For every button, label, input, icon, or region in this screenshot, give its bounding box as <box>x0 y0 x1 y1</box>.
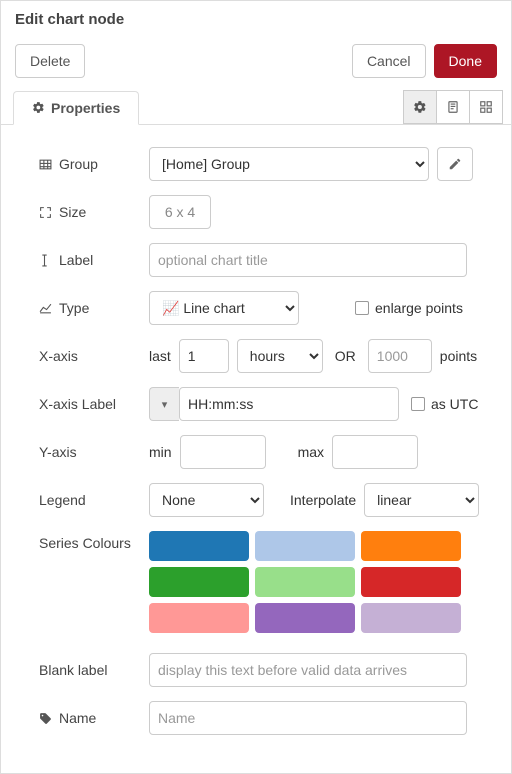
name-label: Name <box>59 710 96 726</box>
size-label: Size <box>59 204 86 220</box>
chart-line-icon <box>39 303 53 314</box>
xaxis-prefix: last <box>149 348 171 364</box>
row-label: Label <box>39 243 493 277</box>
cancel-button[interactable]: Cancel <box>352 44 426 78</box>
colour-swatch-8[interactable] <box>361 603 461 633</box>
properties-mode-icon[interactable] <box>403 90 437 124</box>
xaxis-label: X-axis <box>39 348 78 364</box>
checkbox-icon <box>411 397 425 411</box>
appearance-mode-icon[interactable] <box>469 90 503 124</box>
delete-button[interactable]: Delete <box>15 44 85 78</box>
table-icon <box>39 159 53 170</box>
colour-swatch-7[interactable] <box>255 603 355 633</box>
colour-swatch-4[interactable] <box>255 567 355 597</box>
xaxis-unit-select[interactable]: hours <box>237 339 323 373</box>
legend-label: Legend <box>39 492 86 508</box>
yaxis-label: Y-axis <box>39 444 77 460</box>
panel-header: Edit chart node <box>1 0 511 36</box>
type-select[interactable]: 📈 Line chart <box>149 291 299 325</box>
row-blank-label: Blank label <box>39 653 493 687</box>
group-select[interactable]: [Home] Group <box>149 147 429 181</box>
yaxis-max-input[interactable] <box>332 435 418 469</box>
interpolate-select[interactable]: linear <box>364 483 479 517</box>
yaxis-min-input[interactable] <box>180 435 266 469</box>
edit-chart-panel: Edit chart node Delete Cancel Done Prope… <box>0 0 512 774</box>
type-label: Type <box>59 300 89 316</box>
size-button[interactable]: 6 x 4 <box>149 195 211 229</box>
colour-swatch-2[interactable] <box>361 531 461 561</box>
row-series-colours: Series Colours <box>39 531 493 633</box>
colour-swatch-6[interactable] <box>149 603 249 633</box>
name-input[interactable] <box>149 701 467 735</box>
interpolate-label: Interpolate <box>290 492 356 508</box>
gear-icon <box>32 101 45 114</box>
colour-swatch-0[interactable] <box>149 531 249 561</box>
colour-grid <box>149 531 461 633</box>
text-cursor-icon <box>39 254 53 267</box>
legend-select[interactable]: None <box>149 483 264 517</box>
xaxis-points-suffix: points <box>440 348 477 364</box>
info-mode-icon[interactable] <box>436 90 470 124</box>
xaxis-number-input[interactable] <box>179 339 229 373</box>
xaxis-points-input[interactable] <box>368 339 432 373</box>
row-size: Size 6 x 4 <box>39 195 493 229</box>
properties-form: Group [Home] Group Size 6 x 4 <box>1 125 511 773</box>
tab-properties[interactable]: Properties <box>13 91 139 125</box>
group-label: Group <box>59 156 98 172</box>
tag-icon <box>39 712 53 725</box>
tab-icons <box>404 90 503 124</box>
utc-label: as UTC <box>431 396 478 412</box>
edit-group-button[interactable] <box>437 147 473 181</box>
panel-title: Edit chart node <box>15 11 124 28</box>
label-label: Label <box>59 252 93 268</box>
xaxis-label-label: X-axis Label <box>39 396 116 412</box>
yaxis-min-label: min <box>149 444 172 460</box>
series-colours-label: Series Colours <box>39 535 131 551</box>
tabs-bar: Properties <box>1 90 511 125</box>
checkbox-icon <box>355 301 369 315</box>
row-yaxis: Y-axis min max <box>39 435 493 469</box>
row-xaxis-label: X-axis Label ▾ as UTC <box>39 387 493 421</box>
enlarge-points-label: enlarge points <box>375 300 463 316</box>
utc-checkbox[interactable]: as UTC <box>411 396 478 412</box>
row-group: Group [Home] Group <box>39 147 493 181</box>
xaxis-format-toggle[interactable]: ▾ <box>149 387 179 421</box>
blank-label-input[interactable] <box>149 653 467 687</box>
xaxis-or: OR <box>335 348 356 364</box>
row-name: Name <box>39 701 493 735</box>
tab-properties-label: Properties <box>51 100 120 116</box>
colour-swatch-1[interactable] <box>255 531 355 561</box>
toolbar: Delete Cancel Done <box>1 36 511 86</box>
xaxis-label-input[interactable] <box>179 387 399 421</box>
row-legend: Legend None Interpolate linear <box>39 483 493 517</box>
row-xaxis: X-axis last hours OR points <box>39 339 493 373</box>
blank-label-label: Blank label <box>39 662 108 678</box>
row-type: Type 📈 Line chart enlarge points <box>39 291 493 325</box>
caret-down-icon: ▾ <box>162 398 168 411</box>
label-input[interactable] <box>149 243 467 277</box>
done-button[interactable]: Done <box>434 44 497 78</box>
expand-icon <box>39 206 53 219</box>
enlarge-points-checkbox[interactable]: enlarge points <box>355 300 463 316</box>
colour-swatch-5[interactable] <box>361 567 461 597</box>
colour-swatch-3[interactable] <box>149 567 249 597</box>
pencil-icon <box>448 157 462 171</box>
yaxis-max-label: max <box>298 444 324 460</box>
